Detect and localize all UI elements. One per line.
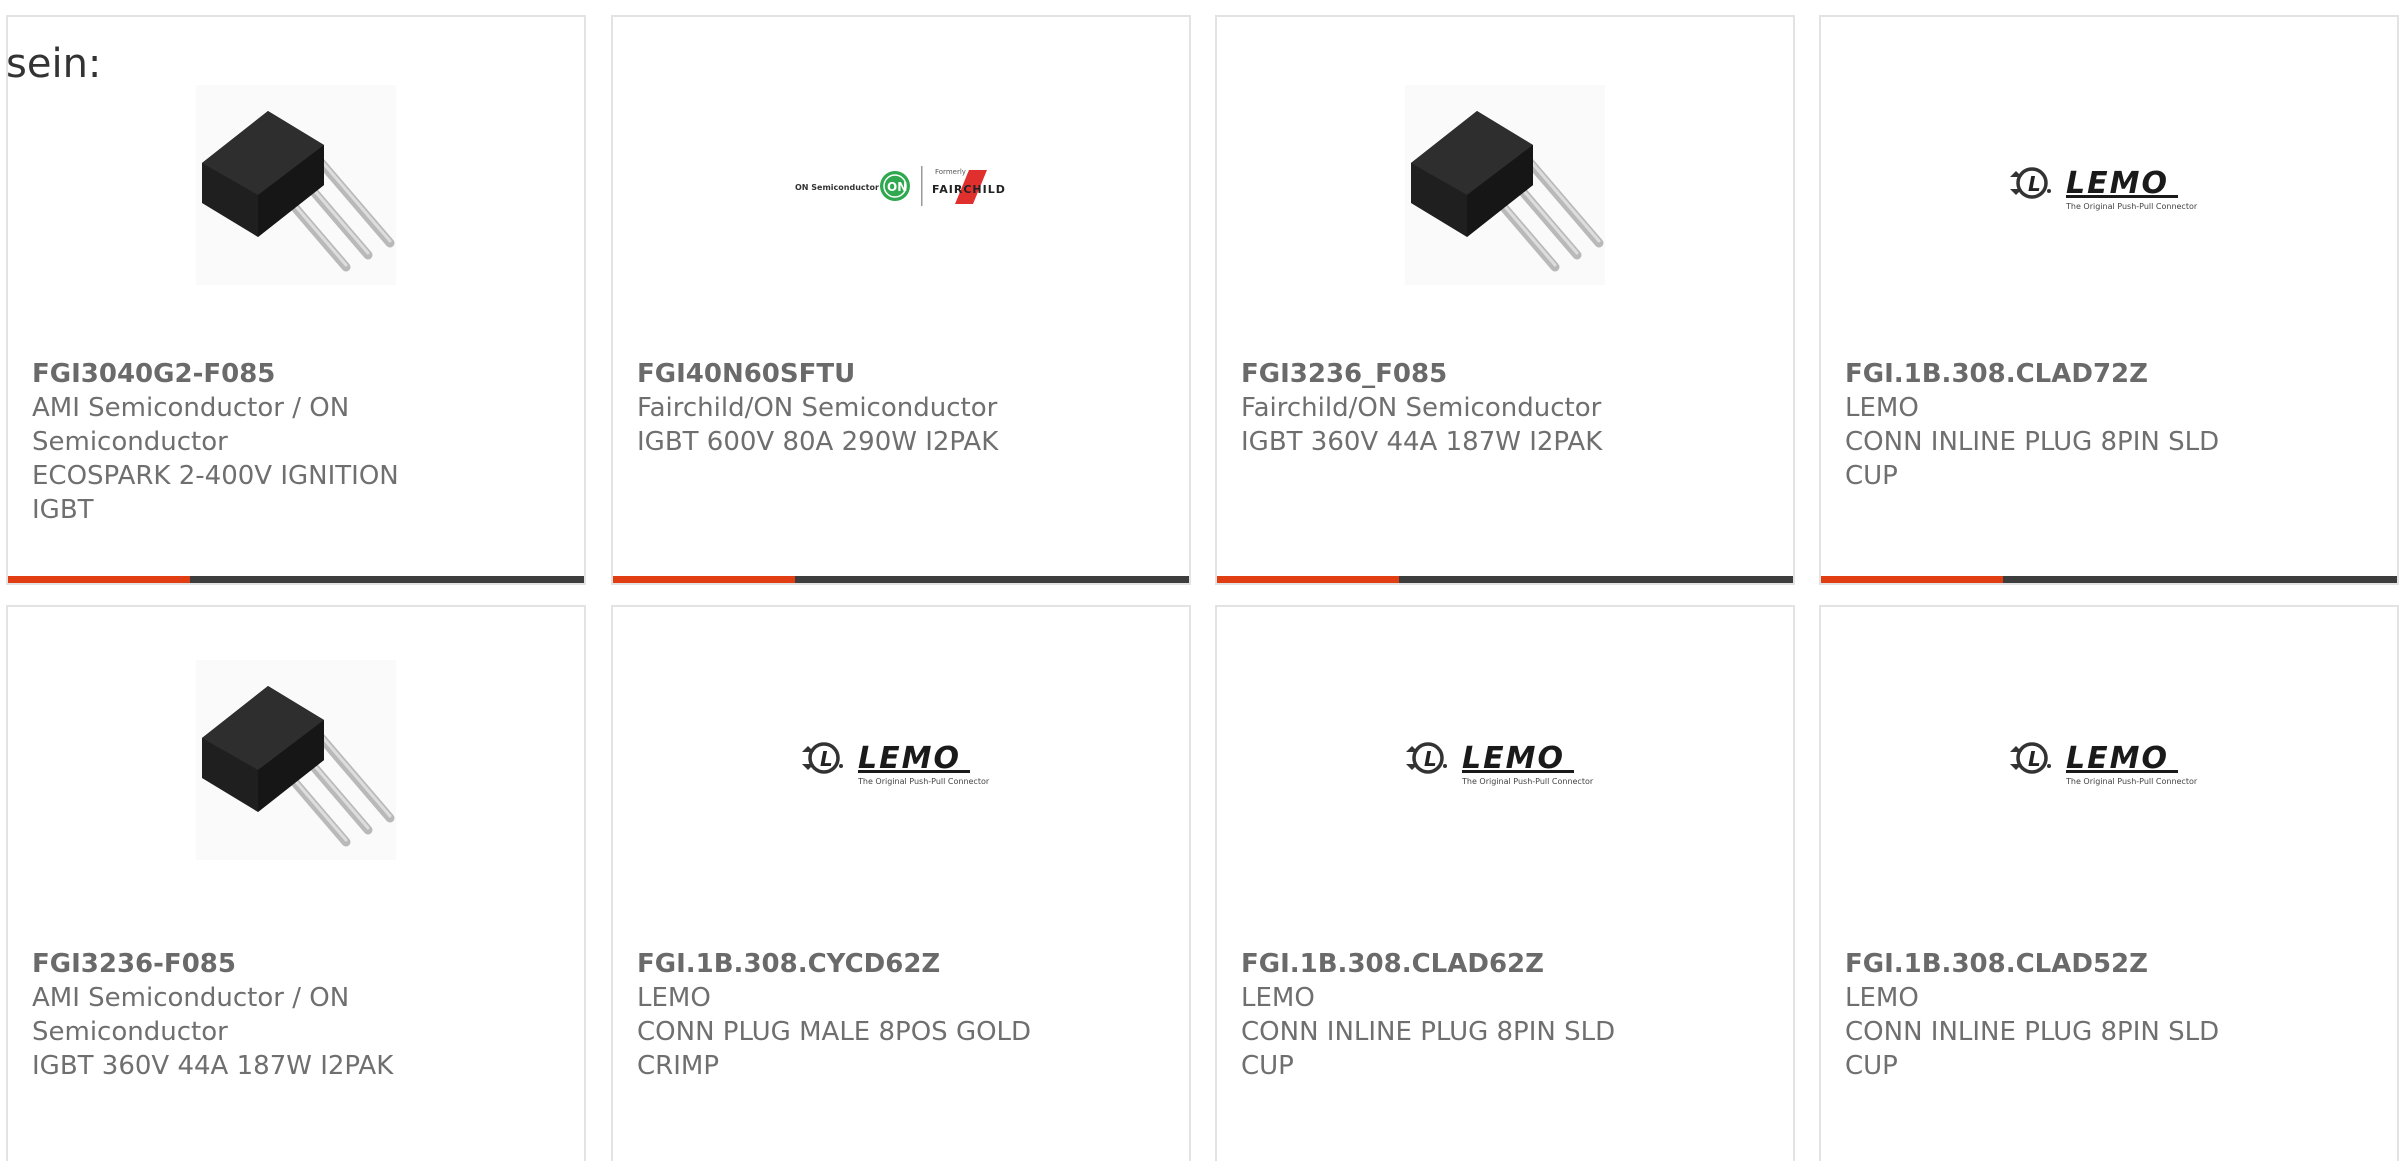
manufacturer: LEMO [637,983,711,1013]
part-number-link[interactable]: FGI40N60SFTU [637,359,855,389]
manufacturer: LEMO [1845,983,1919,1013]
card-accent-bar [613,576,795,583]
manufacturer: LEMO [1241,983,1315,1013]
manufacturer: Fairchild/ON Semiconductor [1241,393,1602,423]
product-image[interactable] [613,85,1189,285]
part-number-link[interactable]: FGI.1B.308.CLAD62Z [1241,949,1544,979]
description: IGBT 360V 44A 187W I2PAK [32,1051,394,1081]
product-card[interactable]: FGI.1B.308.CLAD52Z LEMO CONN INLINE PLUG… [1819,605,2399,1161]
product-card[interactable]: FGI.1B.308.CLAD72Z LEMO CONN INLINE PLUG… [1819,15,2399,585]
card-accent-bar [1821,576,2003,583]
on-semiconductor-fairchild-logo-icon [791,160,1011,210]
card-accent-bar [1217,576,1399,583]
description: ECOSPARK 2-400V IGNITION IGBT [32,461,399,525]
card-bottom-bar [1217,576,1793,583]
manufacturer: AMI Semiconductor / ON Semiconductor [32,983,350,1047]
product-image[interactable] [1821,85,2397,285]
intro-text: sein: [6,41,102,87]
product-card[interactable]: FGI3236-F085 AMI Semiconductor / ON Semi… [6,605,586,1161]
product-image[interactable] [8,85,584,285]
lemo-logo-icon [2004,730,2214,790]
lemo-logo-icon [1400,730,1610,790]
product-image[interactable] [1821,660,2397,860]
card-bottom-bar [613,576,1189,583]
product-image[interactable] [1217,85,1793,285]
card-bottom-bar [1821,576,2397,583]
product-card[interactable]: FGI3236_F085 Fairchild/ON Semiconductor … [1215,15,1795,585]
lemo-logo-icon [2004,155,2214,215]
product-image[interactable] [1217,660,1793,860]
product-image[interactable] [613,660,1189,860]
transistor-image-icon [196,660,396,860]
part-number-link[interactable]: FGI.1B.308.CLAD72Z [1845,359,2148,389]
manufacturer: Fairchild/ON Semiconductor [637,393,998,423]
part-number-link[interactable]: FGI.1B.308.CYCD62Z [637,949,940,979]
manufacturer: AMI Semiconductor / ON Semiconductor [32,393,350,457]
product-grid: FGI3040G2-F085 AMI Semiconductor / ON Se… [0,0,2400,1161]
description: IGBT 360V 44A 187W I2PAK [1241,427,1603,457]
part-number-link[interactable]: FGI3040G2-F085 [32,359,275,389]
part-number-link[interactable]: FGI3236-F085 [32,949,236,979]
product-card[interactable]: FGI.1B.308.CYCD62Z LEMO CONN PLUG MALE 8… [611,605,1191,1161]
description: CONN INLINE PLUG 8PIN SLD CUP [1845,427,2220,491]
description: CONN INLINE PLUG 8PIN SLD CUP [1845,1017,2220,1081]
manufacturer: LEMO [1845,393,1919,423]
product-card[interactable]: FGI3040G2-F085 AMI Semiconductor / ON Se… [6,15,586,585]
lemo-logo-icon [796,730,1006,790]
product-image[interactable] [8,660,584,860]
description: IGBT 600V 80A 290W I2PAK [637,427,999,457]
product-card[interactable]: FGI.1B.308.CLAD62Z LEMO CONN INLINE PLUG… [1215,605,1795,1161]
product-card[interactable]: FGI40N60SFTU Fairchild/ON Semiconductor … [611,15,1191,585]
part-number-link[interactable]: FGI3236_F085 [1241,359,1447,389]
description: CONN INLINE PLUG 8PIN SLD CUP [1241,1017,1616,1081]
card-bottom-bar [8,576,584,583]
transistor-image-icon [1405,85,1605,285]
description: CONN PLUG MALE 8POS GOLD CRIMP [637,1017,1032,1081]
transistor-image-icon [196,85,396,285]
part-number-link[interactable]: FGI.1B.308.CLAD52Z [1845,949,2148,979]
card-accent-bar [8,576,190,583]
